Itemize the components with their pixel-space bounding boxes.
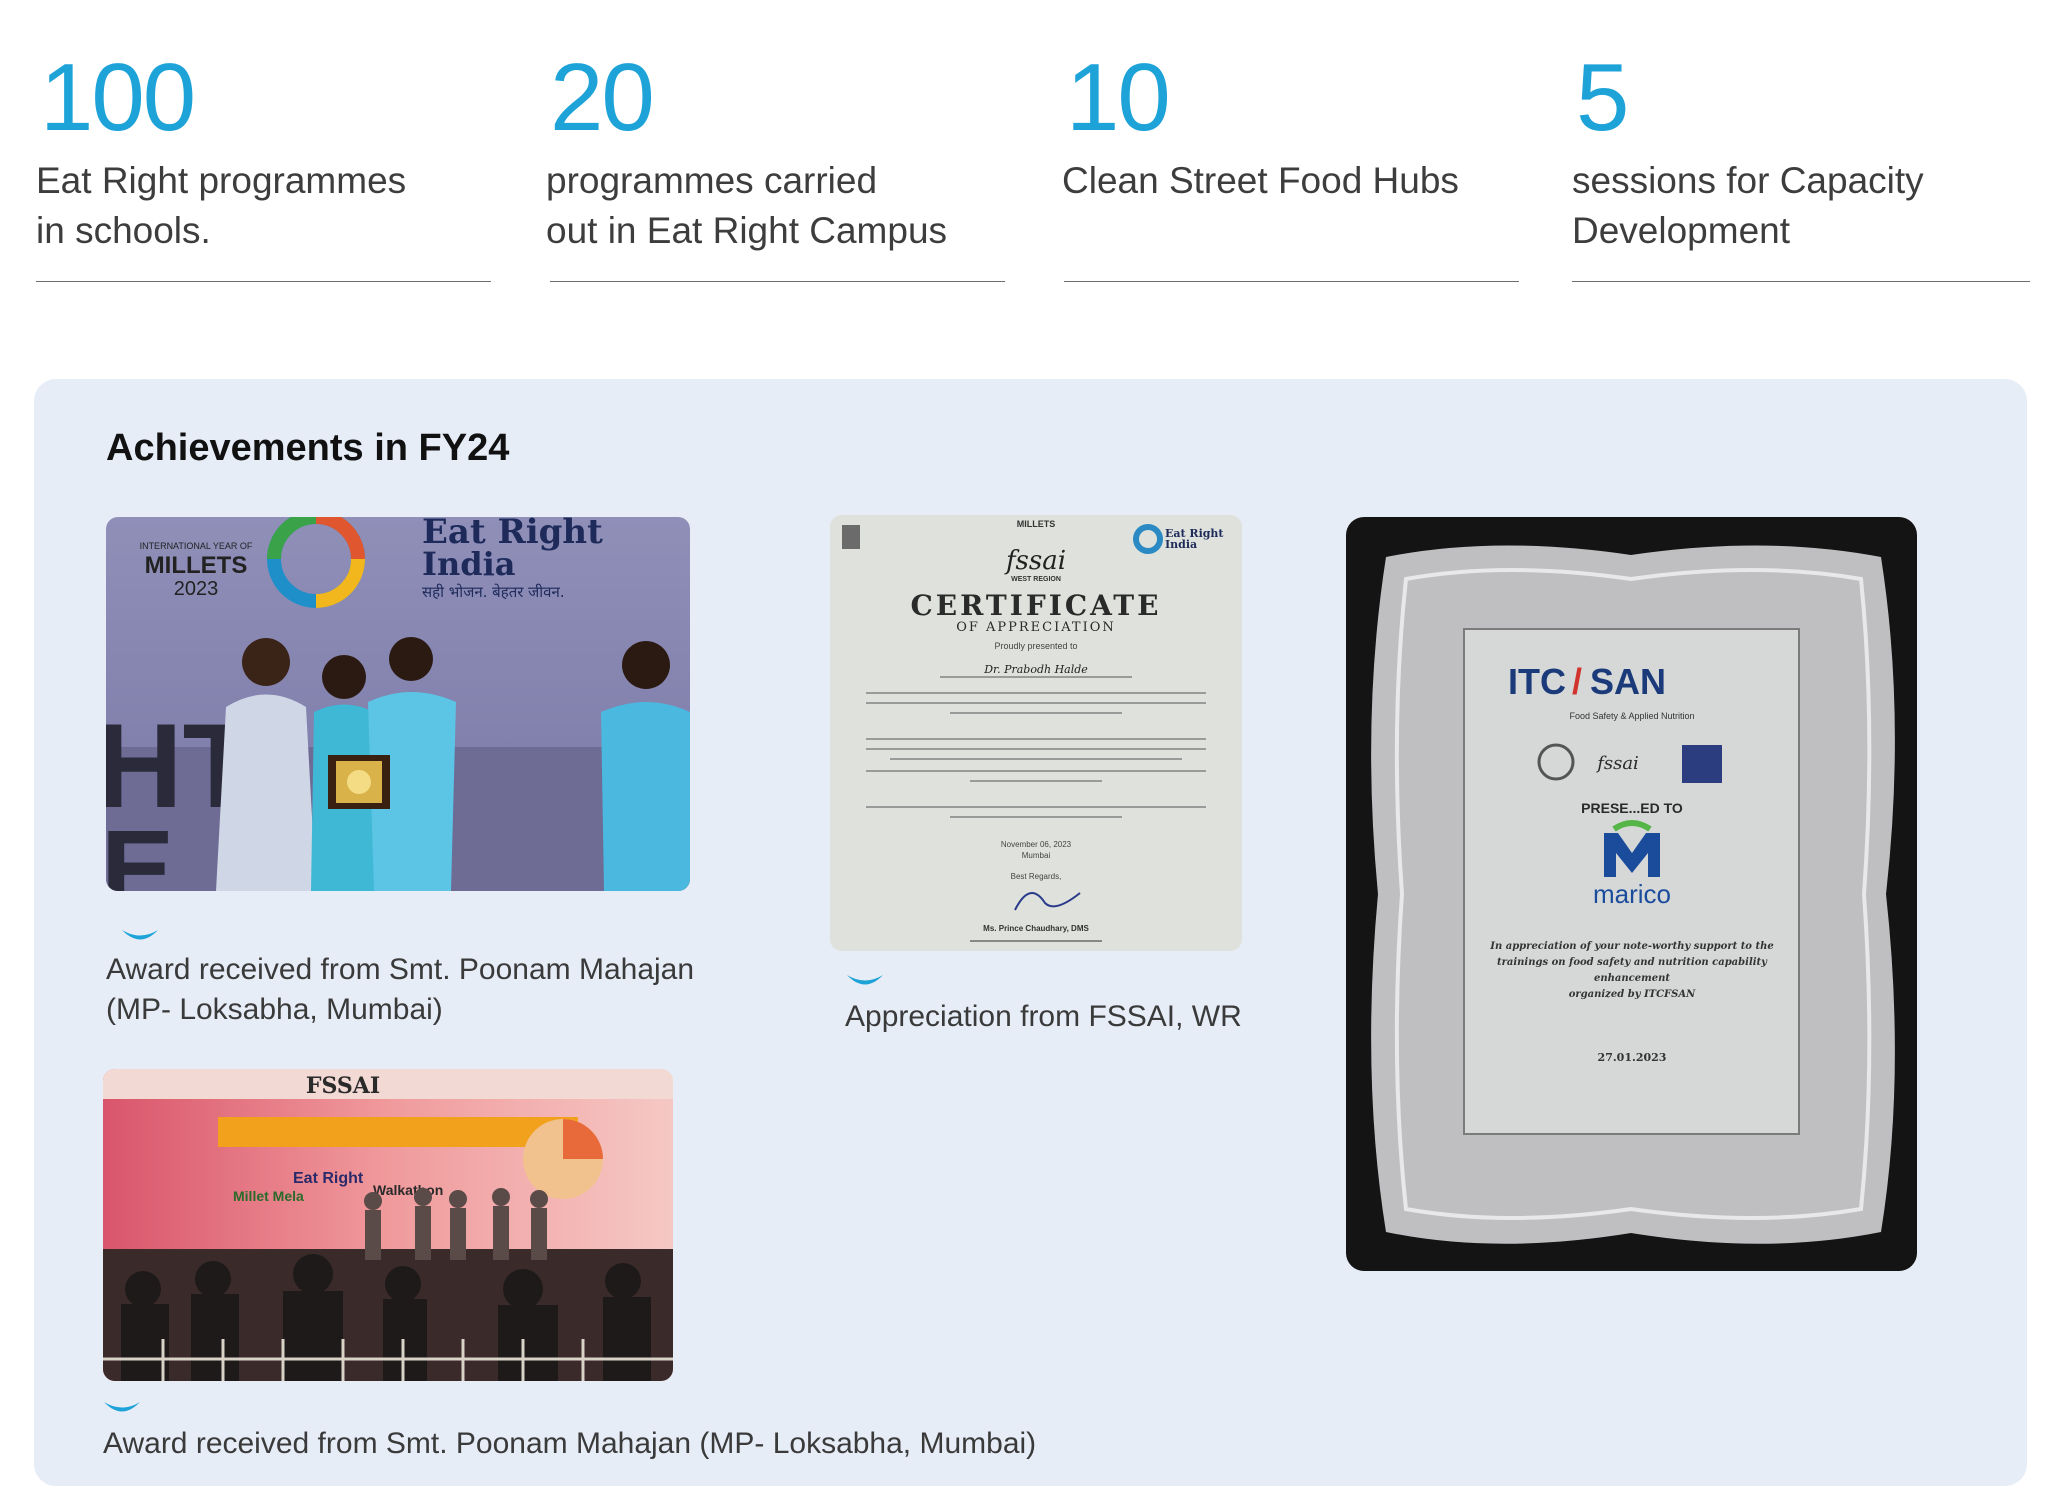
svg-text:India: India xyxy=(422,545,516,583)
svg-text:WEST REGION: WEST REGION xyxy=(1011,576,1061,583)
stat-divider xyxy=(1572,281,2030,282)
chevron-down-icon xyxy=(122,930,158,940)
svg-text:2023: 2023 xyxy=(174,578,219,600)
stat-description: Eat Right programmes in schools. xyxy=(36,156,491,256)
stat-capacity: 5 sessions for Capacity Development xyxy=(1572,44,2030,282)
svg-text:सही भोजन. बेहतर जीवन.: सही भोजन. बेहतर जीवन. xyxy=(422,583,565,601)
svg-text:organized by ITCFSAN: organized by ITCFSAN xyxy=(1569,989,1696,1000)
award-photo-event: FSSAI Eat Right Millet Mela Walkathon xyxy=(103,1069,673,1381)
stat-description-line: in schools. xyxy=(36,210,211,251)
chevron-down-icon xyxy=(104,1402,140,1412)
stat-description-line: sessions for Capacity xyxy=(1572,160,1924,201)
stat-number: 20 xyxy=(550,44,655,151)
stat-schools: 100 Eat Right programmes in schools. xyxy=(36,44,491,282)
svg-text:SAN: SAN xyxy=(1590,661,1666,702)
caption-line: (MP- Loksabha, Mumbai) xyxy=(106,993,443,1026)
svg-text:FSSAI: FSSAI xyxy=(306,1073,380,1099)
svg-text:INTERNATIONAL YEAR OF: INTERNATIONAL YEAR OF xyxy=(140,541,253,551)
award-caption-1: Award received from Smt. Poonam Mahajan … xyxy=(106,950,694,1030)
stat-description-line: programmes carried xyxy=(546,160,878,201)
stat-description: sessions for Capacity Development xyxy=(1572,156,2027,256)
svg-text:fssai: fssai xyxy=(1595,753,1639,774)
svg-text:November 06, 2023: November 06, 2023 xyxy=(1001,840,1072,849)
svg-text:27.01.2023: 27.01.2023 xyxy=(1598,1051,1667,1064)
svg-text:ITC: ITC xyxy=(1508,661,1566,702)
stat-number: 5 xyxy=(1576,44,1629,151)
award-photo-stage: HT E INTERNATIONAL YEAR OF MILLETS 2023 … xyxy=(106,517,690,891)
stat-divider xyxy=(36,281,491,282)
svg-text:Eat Right: Eat Right xyxy=(293,1170,364,1187)
stat-description: Clean Street Food Hubs xyxy=(1062,156,1517,206)
stat-street-food: 10 Clean Street Food Hubs xyxy=(1062,44,1519,282)
stat-description: programmes carried out in Eat Right Camp… xyxy=(546,156,1001,256)
svg-text:Walkathon: Walkathon xyxy=(373,1182,443,1198)
stat-divider xyxy=(1064,281,1519,282)
stat-description-line: Eat Right programmes xyxy=(36,160,407,201)
achievements-title: Achievements in FY24 xyxy=(106,427,510,469)
stat-description-line: out in Eat Right Campus xyxy=(546,210,948,251)
svg-text:marico: marico xyxy=(1593,879,1671,909)
svg-text:In appreciation of your note-w: In appreciation of your note-worthy supp… xyxy=(1489,941,1773,952)
svg-text:MILLETS: MILLETS xyxy=(1017,519,1056,529)
certificate-caption: Appreciation from FSSAI, WR xyxy=(845,1000,1242,1033)
svg-text:Millet Mela: Millet Mela xyxy=(233,1188,304,1204)
svg-text:Best Regards,: Best Regards, xyxy=(1011,872,1062,881)
svg-text:enhancement: enhancement xyxy=(1594,973,1670,984)
stat-description-line: Clean Street Food Hubs xyxy=(1062,160,1459,201)
svg-text:Mumbai: Mumbai xyxy=(1022,851,1051,860)
svg-text:CERTIFICATE: CERTIFICATE xyxy=(911,589,1162,622)
svg-text:trainings on food safety and n: trainings on food safety and nutrition c… xyxy=(1497,957,1768,968)
caption-line: Award received from Smt. Poonam Mahajan xyxy=(106,953,695,986)
stat-number: 100 xyxy=(40,44,196,151)
stat-description-line: Development xyxy=(1572,210,1791,251)
stat-number: 10 xyxy=(1066,44,1171,151)
chevron-down-icon xyxy=(847,975,883,985)
svg-text:Food Safety & Applied Nutritio: Food Safety & Applied Nutrition xyxy=(1569,711,1694,721)
svg-text:OF APPRECIATION: OF APPRECIATION xyxy=(956,620,1116,635)
svg-text:fssai: fssai xyxy=(1004,546,1066,576)
svg-text:Ms. Prince Chaudhary, DMS: Ms. Prince Chaudhary, DMS xyxy=(983,924,1089,933)
certificate-photo: MILLETS fssai WEST REGION Eat Right Indi… xyxy=(830,515,1242,951)
stat-divider xyxy=(550,281,1005,282)
svg-text:E: E xyxy=(106,808,174,891)
svg-text:MILLETS: MILLETS xyxy=(145,552,248,579)
svg-text:Proudly presented to: Proudly presented to xyxy=(994,641,1077,651)
plaque-photo: ITC / SAN Food Safety & Applied Nutritio… xyxy=(1346,517,1917,1271)
svg-text:Dr. Prabodh Halde: Dr. Prabodh Halde xyxy=(983,663,1088,676)
stat-campus: 20 programmes carried out in Eat Right C… xyxy=(546,44,1005,282)
award-caption-2: Award received from Smt. Poonam Mahajan … xyxy=(103,1427,1037,1460)
svg-text:/: / xyxy=(1572,661,1582,702)
svg-text:PRESE...ED TO: PRESE...ED TO xyxy=(1581,800,1683,816)
svg-text:India: India xyxy=(1165,538,1197,551)
